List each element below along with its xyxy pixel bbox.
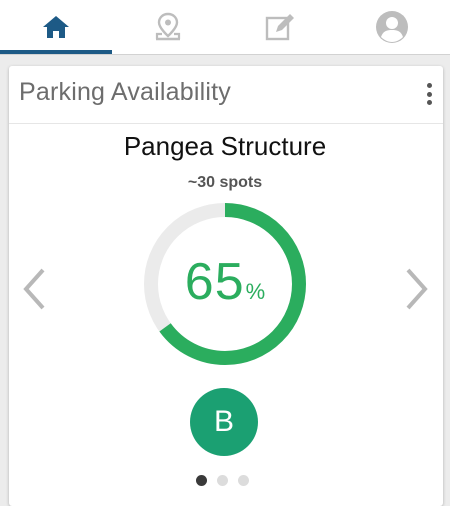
menu-dot [426,91,432,97]
home-icon [43,16,69,38]
more-options-button[interactable] [421,80,437,108]
edit-icon [265,14,294,41]
tab-edit[interactable] [224,0,336,54]
previous-arrow-icon[interactable] [19,266,49,312]
tab-home[interactable] [0,0,112,54]
next-arrow-icon[interactable] [402,266,432,312]
structure-name: Pangea Structure [123,131,327,161]
page-dot[interactable] [217,475,228,486]
tab-bar [0,0,450,55]
tab-profile[interactable] [336,0,448,54]
menu-dot [426,100,432,105]
spots-count: ~30 spots [187,174,263,191]
card-title: Parking Availability [19,78,231,106]
card-header: Parking Availability [9,66,443,124]
page-dot[interactable] [196,475,207,486]
tab-location[interactable] [112,0,224,54]
active-tab-indicator [0,50,112,54]
profile-icon [376,11,408,43]
availability-unit: % [245,279,266,304]
page-indicator [196,475,256,487]
availability-value: 65 [184,253,245,311]
grade-badge: B [190,388,258,456]
menu-dot [426,83,432,88]
page-dot[interactable] [238,475,249,486]
availability-readout: 65% [143,252,307,312]
map-pin-icon [155,12,181,41]
